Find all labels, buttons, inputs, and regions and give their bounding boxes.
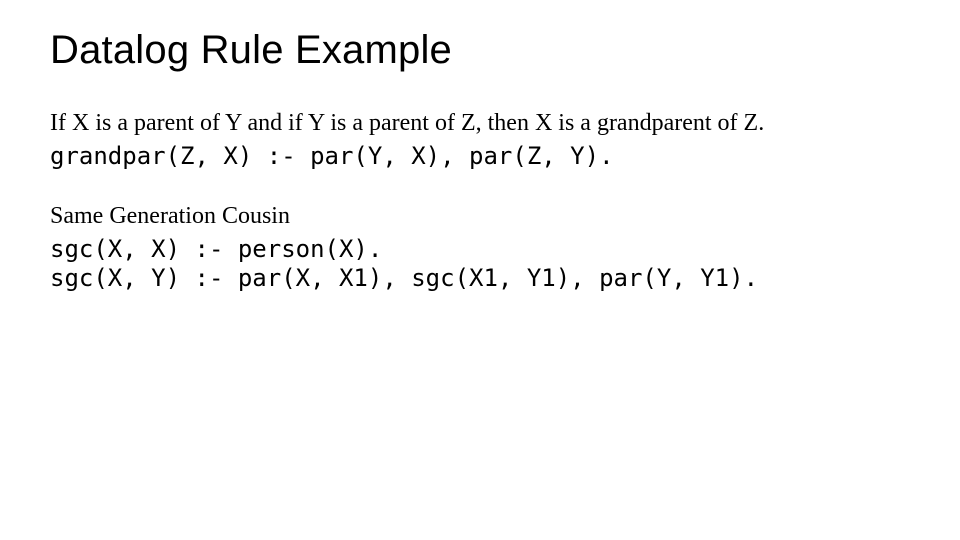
slide-body: If X is a parent of Y and if Y is a pare…: [50, 109, 910, 293]
spacer: [50, 172, 910, 202]
grandparent-description: If X is a parent of Y and if Y is a pare…: [50, 109, 910, 138]
slide: Datalog Rule Example If X is a parent of…: [0, 0, 960, 540]
sgc-rule-2-code: sgc(X, Y) :- par(X, X1), sgc(X1, Y1), pa…: [50, 264, 910, 293]
sgc-description: Same Generation Cousin: [50, 202, 910, 231]
slide-title: Datalog Rule Example: [50, 28, 910, 73]
grandparent-rule-code: grandpar(Z, X) :- par(Y, X), par(Z, Y).: [50, 142, 910, 171]
sgc-rule-1-code: sgc(X, X) :- person(X).: [50, 235, 910, 264]
